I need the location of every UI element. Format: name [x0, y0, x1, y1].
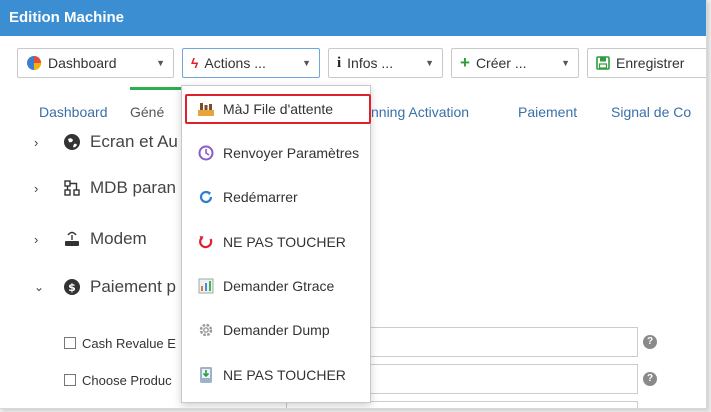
tree-item-modem[interactable]: › Modem — [0, 224, 147, 254]
tree-item-paiement[interactable]: ⌄ $ Paiement p — [0, 272, 176, 302]
menu-item-demander-dump[interactable]: Demander Dump — [182, 315, 370, 345]
router-icon — [62, 230, 82, 248]
menu-item-label: Demander Gtrace — [223, 278, 335, 294]
dashboard-dropdown-button[interactable]: Dashboard ▼ — [17, 48, 174, 78]
tab-running-activation[interactable]: nning Activation — [371, 104, 469, 120]
menu-item-label: MàJ File d'attente — [223, 101, 334, 117]
menu-item-ne-pas-toucher-1[interactable]: NE PAS TOUCHER — [182, 227, 370, 257]
tab-signal[interactable]: Signal de Co — [611, 104, 691, 120]
menu-item-redemarrer[interactable]: Redémarrer — [182, 182, 370, 212]
menu-item-demander-gtrace[interactable]: Demander Gtrace — [182, 271, 370, 301]
menu-item-maj-file-attente[interactable]: MàJ File d'attente — [185, 94, 371, 124]
menu-item-label: NE PAS TOUCHER — [223, 367, 346, 383]
plus-icon: + — [460, 53, 470, 72]
chevron-down-icon: ▼ — [425, 58, 434, 68]
chevron-right-icon: › — [34, 180, 39, 196]
network-icon — [62, 179, 82, 197]
actions-button-label: Actions ... — [204, 55, 266, 71]
help-icon[interactable]: ? — [643, 372, 657, 386]
dollar-circle-icon: $ — [62, 278, 82, 296]
restart-icon — [197, 188, 215, 206]
chevron-right-icon: › — [34, 134, 39, 150]
tree-item-label: MDB paran — [90, 178, 176, 197]
infos-button-label: Infos ... — [347, 55, 394, 71]
svg-text:$: $ — [68, 281, 76, 294]
tree-item-label: Ecran et Au — [90, 132, 178, 151]
chevron-down-icon: ▼ — [561, 58, 570, 68]
cash-revalue-checkbox[interactable] — [64, 337, 76, 349]
resend-params-icon — [197, 144, 215, 162]
power-red-icon — [197, 233, 215, 251]
chevron-down-icon: ▼ — [156, 58, 165, 68]
chevron-down-icon: ⌄ — [34, 280, 45, 294]
globe-icon — [62, 133, 82, 151]
choose-product-checkbox[interactable] — [64, 374, 76, 386]
dashboard-button-label: Dashboard — [48, 55, 117, 71]
actions-dropdown-button[interactable]: ϟ Actions ... ▼ — [182, 48, 320, 78]
chevron-right-icon: › — [34, 231, 39, 247]
save-icon — [596, 56, 610, 70]
actions-dropdown-menu: MàJ File d'attente Renvoyer Paramètres R… — [181, 85, 371, 403]
gear-dump-icon — [197, 321, 215, 339]
app-window: Edition Machine Dashboard ▼ ϟ Actions ..… — [0, 0, 707, 409]
creer-button-label: Créer ... — [475, 55, 527, 71]
choose-product-row: Choose Produc — [64, 368, 172, 392]
pie-chart-icon — [26, 55, 42, 71]
choose-product-label: Choose Produc — [82, 372, 172, 388]
help-icon[interactable]: ? — [643, 335, 657, 349]
toolbar: Dashboard ▼ ϟ Actions ... ▼ i Infos ... … — [0, 36, 706, 86]
queue-update-icon — [197, 100, 215, 118]
tree-item-label: Modem — [90, 229, 147, 248]
info-icon: i — [337, 54, 342, 71]
enregistrer-button-label: Enregistrer — [616, 55, 685, 71]
lightning-icon: ϟ — [191, 55, 199, 71]
menu-item-label: Renvoyer Paramètres — [223, 145, 360, 161]
menu-item-renvoyer-parametres[interactable]: Renvoyer Paramètres — [182, 138, 370, 168]
enregistrer-button[interactable]: Enregistrer — [587, 48, 706, 78]
tab-dashboard[interactable]: Dashboard — [39, 104, 108, 120]
chevron-down-icon: ▼ — [302, 58, 311, 68]
download-device-icon — [197, 366, 215, 384]
active-tab-indicator — [130, 87, 182, 90]
menu-item-label: Redémarrer — [223, 189, 298, 205]
tab-paiement[interactable]: Paiement — [518, 104, 577, 120]
menu-item-ne-pas-toucher-2[interactable]: NE PAS TOUCHER — [182, 360, 370, 390]
cash-revalue-row: Cash Revalue E — [64, 331, 176, 355]
cash-revalue-label: Cash Revalue E — [82, 335, 176, 351]
infos-dropdown-button[interactable]: i Infos ... ▼ — [328, 48, 443, 78]
tab-general[interactable]: Géné — [130, 104, 164, 120]
creer-dropdown-button[interactable]: + Créer ... ▼ — [451, 48, 579, 78]
window-title: Edition Machine — [0, 0, 706, 36]
tree-item-mdb[interactable]: › MDB paran — [0, 173, 176, 203]
gtrace-icon — [197, 277, 215, 295]
menu-item-label: Demander Dump — [223, 322, 330, 338]
menu-item-label: NE PAS TOUCHER — [223, 234, 346, 250]
tree-item-label: Paiement p — [90, 277, 176, 296]
tree-item-ecran[interactable]: › Ecran et Au — [0, 127, 178, 157]
